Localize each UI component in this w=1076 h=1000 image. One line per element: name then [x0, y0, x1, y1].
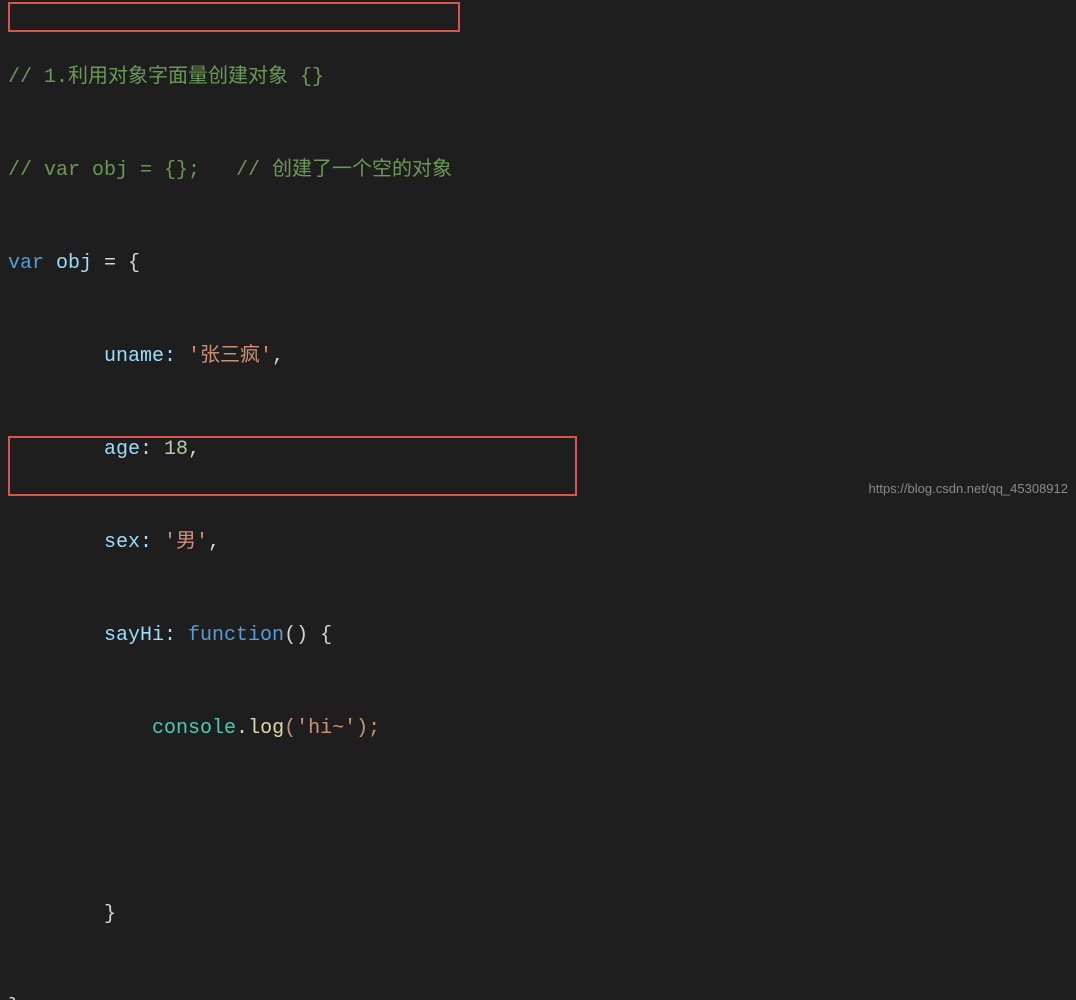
- property-key: sayHi:: [104, 624, 176, 647]
- punctuation: ,: [208, 531, 220, 554]
- code-line: }: [0, 899, 1076, 930]
- code-line: }: [0, 992, 1076, 1000]
- property-key: age:: [104, 438, 152, 461]
- number-value: 18: [164, 438, 188, 461]
- code-line: sayHi: function() {: [0, 620, 1076, 651]
- property-key: uname:: [104, 345, 176, 368]
- property-key: sex:: [104, 531, 152, 554]
- keyword-var: var: [8, 252, 44, 275]
- watermark-text: https://blog.csdn.net/qq_45308912: [869, 481, 1069, 496]
- code-editor[interactable]: // 1.利用对象字面量创建对象 {} // var obj = {}; // …: [0, 0, 1076, 1000]
- punctuation: = {: [92, 252, 140, 275]
- comment-text: // 1.利用对象字面量创建对象 {}: [8, 66, 324, 89]
- punctuation: ,: [272, 345, 284, 368]
- method-log: log: [248, 717, 284, 740]
- code-line: console.log('hi~');: [0, 713, 1076, 744]
- punctuation: .: [236, 717, 248, 740]
- punctuation: ,: [188, 438, 200, 461]
- code-line: sex: '男',: [0, 527, 1076, 558]
- string-value: '张三疯': [188, 345, 272, 368]
- code-line: var obj = {: [0, 248, 1076, 279]
- code-line: uname: '张三疯',: [0, 341, 1076, 372]
- string-args: ('hi~');: [284, 717, 380, 740]
- code-line: [0, 806, 1076, 837]
- console-object: console: [152, 717, 236, 740]
- code-line: age: 18,: [0, 434, 1076, 465]
- string-value: '男': [164, 531, 208, 554]
- code-line: // var obj = {}; // 创建了一个空的对象: [0, 155, 1076, 186]
- punctuation: () {: [284, 624, 332, 647]
- comment-text: // var obj = {}; // 创建了一个空的对象: [8, 159, 452, 182]
- punctuation: }: [104, 903, 116, 926]
- code-line: // 1.利用对象字面量创建对象 {}: [0, 62, 1076, 93]
- keyword-function: function: [188, 624, 284, 647]
- identifier-obj: obj: [56, 252, 92, 275]
- punctuation: }: [8, 996, 20, 1000]
